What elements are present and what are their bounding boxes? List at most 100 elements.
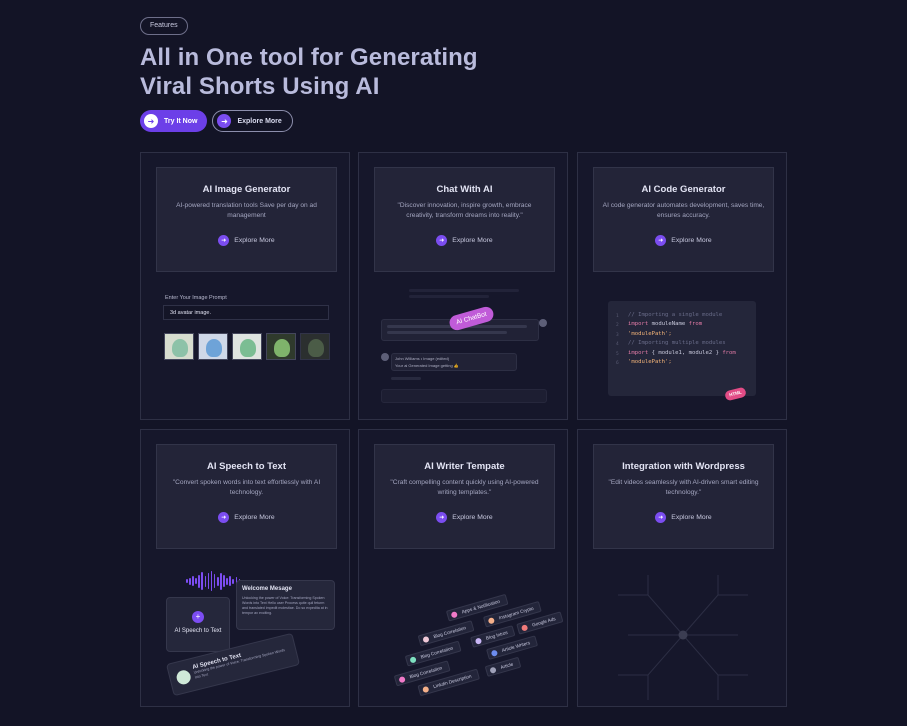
chip-label: Blog Correlation — [432, 625, 467, 640]
explore-more-link[interactable]: ➜ Explore More — [436, 235, 493, 246]
template-chip[interactable]: Blog Correlation — [417, 620, 475, 647]
card-header: Integration with Wordpress "Edit videos … — [593, 444, 774, 549]
waveform-bar — [220, 572, 222, 590]
generated-image-thumbnail[interactable] — [232, 333, 262, 360]
waveform-bar — [192, 576, 194, 586]
card-description: "Craft compelling content quickly using … — [390, 479, 539, 496]
code-line: 'modulePath'; — [628, 359, 672, 366]
chat-user-meta: • Image (edited) — [420, 356, 450, 361]
chip-label: Instagram Crypto — [498, 605, 535, 621]
card-title: AI Speech to Text — [206, 461, 286, 472]
explore-more-button[interactable]: ➜ Explore More — [212, 110, 293, 132]
chip-label: Blog Intros — [485, 629, 509, 641]
explore-more-label: Explore More — [452, 514, 493, 521]
code-line: 'modulePath'; — [628, 330, 672, 337]
prompt-input[interactable]: 3d avatar image. — [163, 305, 329, 320]
card-header: AI Speech to Text "Convert spoken words … — [156, 444, 337, 549]
explore-more-link[interactable]: ➜ Explore More — [655, 512, 712, 523]
generated-image-thumbnail[interactable] — [164, 333, 194, 360]
welcome-body: Unlocking the power of Voice: Transformi… — [242, 596, 328, 615]
code-line: import moduleName from — [628, 321, 703, 328]
integration-network-icon — [618, 575, 748, 700]
arrow-right-icon: ➜ — [144, 114, 158, 128]
chip-dot-icon — [398, 675, 406, 684]
explore-more-label: Explore More — [237, 117, 282, 125]
template-chip[interactable]: Blog Correlation — [404, 640, 462, 667]
template-chip[interactable]: Article — [484, 656, 522, 677]
page-title: All in One tool for Generating Viral Sho… — [140, 43, 560, 101]
waveform-bar — [207, 573, 210, 589]
card-ai-code-generator: AI Code Generator AI code generator auto… — [577, 152, 787, 420]
avatar — [539, 319, 547, 327]
title-line-2: Viral Shorts Using AI — [140, 73, 380, 100]
chat-message: Your ai Generated Image getting 👍 — [395, 363, 459, 368]
waveform-bar — [198, 574, 200, 588]
explore-more-label: Explore More — [671, 514, 712, 521]
arrow-right-icon: ➜ — [655, 235, 667, 246]
card-description: "Discover innovation, inspire growth, em… — [397, 202, 532, 219]
waveform-bar — [229, 576, 231, 586]
code-line: import { module1, module2 } from — [628, 349, 736, 356]
card-title: AI Image Generator — [202, 184, 291, 195]
generated-image-thumbnail[interactable] — [300, 333, 330, 360]
waveform-bar — [204, 575, 207, 587]
card-description: AI code generator automates development,… — [602, 202, 765, 219]
card-ai-image-generator: AI Image Generator AI-powered translatio… — [140, 152, 350, 420]
generated-image-thumbnail[interactable] — [198, 333, 228, 360]
waveform-bar — [226, 577, 228, 585]
waveform-bar — [216, 576, 219, 586]
explore-more-label: Explore More — [234, 514, 275, 521]
code-line: // Importing a single module — [628, 312, 723, 318]
code-line: // Importing multiple modules — [628, 340, 726, 347]
card-title: AI Writer Tempate — [424, 461, 505, 472]
chip-dot-icon — [474, 637, 483, 645]
card-title: Integration with Wordpress — [622, 461, 745, 472]
explore-more-link[interactable]: ➜ Explore More — [655, 235, 712, 246]
chip-dot-icon — [487, 617, 496, 625]
card-header: AI Writer Tempate "Craft compelling cont… — [374, 444, 555, 549]
explore-more-link[interactable]: ➜ Explore More — [218, 235, 275, 246]
arrow-right-icon: ➜ — [436, 512, 448, 523]
card-ai-speech-to-text: AI Speech to Text "Convert spoken words … — [140, 429, 350, 707]
arrow-right-icon: ➜ — [436, 235, 448, 246]
chip-dot-icon — [422, 635, 430, 644]
generated-images — [164, 333, 330, 360]
waveform-bar — [213, 574, 216, 588]
chip-label: Apps & Notification — [461, 598, 501, 615]
chip-label: Blog Correlation — [408, 665, 443, 680]
chip-dot-icon — [520, 624, 529, 632]
explore-more-label: Explore More — [671, 237, 712, 244]
card-ai-writer-template: AI Writer Tempate "Craft compelling cont… — [358, 429, 568, 707]
explore-more-link[interactable]: ➜ Explore More — [218, 512, 275, 523]
code-preview: 1 2 3 4 5 6 // Importing a single module… — [608, 301, 756, 396]
speaker-avatar — [175, 668, 193, 686]
card-title: AI Code Generator — [641, 184, 726, 195]
chat-user-name: John Williams — [395, 356, 420, 361]
arrow-right-icon: ➜ — [655, 512, 667, 523]
chip-dot-icon — [489, 666, 497, 674]
title-line-1: All in One tool for Generating — [140, 44, 478, 71]
chat-preview: John Williams • Image (edited) Your ai G… — [379, 289, 551, 407]
chip-dot-icon — [490, 649, 499, 657]
explore-more-link[interactable]: ➜ Explore More — [436, 512, 493, 523]
generated-image-thumbnail[interactable] — [266, 333, 296, 360]
chip-dot-icon — [422, 685, 430, 694]
cta-row: ➜ Try It Now ➜ Explore More — [140, 110, 293, 132]
try-it-now-button[interactable]: ➜ Try It Now — [140, 110, 208, 132]
welcome-title: Welcome Mesage — [242, 586, 292, 592]
card-description: "Convert spoken words into text effortle… — [172, 479, 321, 496]
welcome-message-card: Welcome Mesage Unlocking the power of Vo… — [236, 580, 335, 630]
card-description: AI-powered translation tools Save per da… — [176, 202, 317, 219]
features-badge: Features — [140, 17, 188, 35]
chip-dot-icon — [450, 611, 458, 619]
waveform-bar — [195, 578, 197, 584]
card-integration-wordpress: Integration with Wordpress "Edit videos … — [577, 429, 787, 707]
chip-label: Article Writers — [501, 640, 531, 653]
speech-to-text-box[interactable]: + AI Speech to Text — [166, 597, 230, 652]
chip-dot-icon — [409, 656, 417, 664]
chip-label: Article — [499, 661, 514, 670]
avatar — [381, 353, 389, 361]
explore-more-label: Explore More — [234, 237, 275, 244]
prompt-label: Enter Your Image Prompt — [165, 295, 227, 301]
waveform-bar — [210, 571, 213, 591]
